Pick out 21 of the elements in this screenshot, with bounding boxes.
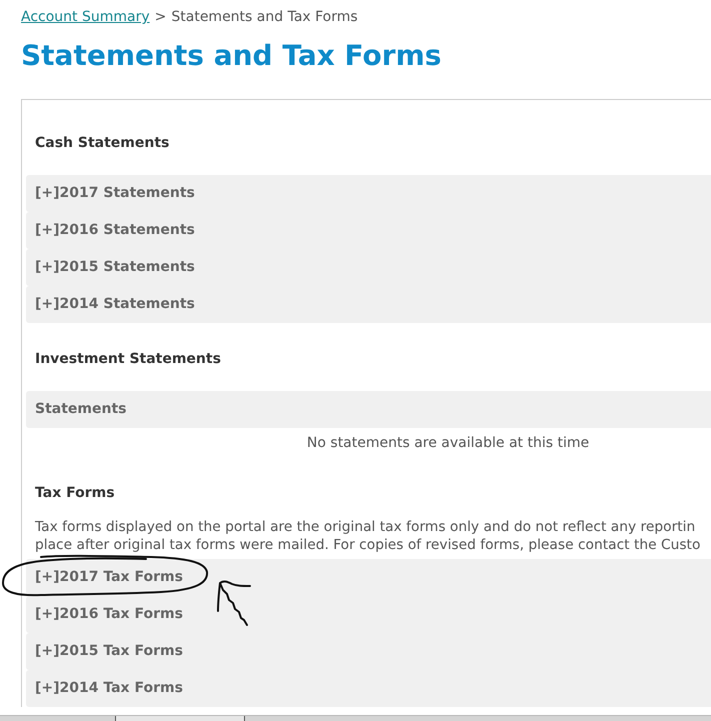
- accordion-toggle[interactable]: [+]2015 Statements: [26, 249, 711, 286]
- column-header: Statements: [35, 400, 126, 419]
- hand-drawn-arrow: [216, 579, 252, 627]
- scrollbar-thumb[interactable]: [115, 716, 245, 721]
- accordion-toggle[interactable]: [+]2017 Tax Forms: [26, 559, 711, 596]
- accordion-toggle[interactable]: [+]2016 Statements: [26, 212, 711, 249]
- accordion-toggle[interactable]: [+]2014 Tax Forms: [26, 670, 711, 707]
- section-heading: Investment Statements: [35, 350, 221, 368]
- page-title: Statements and Tax Forms: [21, 39, 442, 73]
- breadcrumb-current: Statements and Tax Forms: [171, 8, 358, 26]
- breadcrumb-separator: >: [154, 8, 166, 26]
- horizontal-scrollbar[interactable]: [0, 715, 711, 721]
- accordion-toggle[interactable]: [+]2016 Tax Forms: [26, 596, 711, 633]
- disclaimer-text: Tax forms displayed on the portal are the original tax forms only and do not reflect any reportin place after original tax forms were mailed. For copies of revised forms, please contact the Custo: [35, 518, 700, 554]
- section-heading: Cash Statements: [35, 134, 170, 152]
- section-heading: Tax Forms: [35, 484, 115, 502]
- accordion-toggle[interactable]: [+]2017 Statements: [26, 175, 711, 212]
- empty-state-message: No statements are available at this time: [306, 434, 590, 452]
- accordion-toggle[interactable]: [+]2015 Tax Forms: [26, 633, 711, 670]
- accordion-toggle[interactable]: [+]2014 Statements: [26, 286, 711, 323]
- breadcrumb-link[interactable]: Account Summary: [21, 8, 150, 26]
